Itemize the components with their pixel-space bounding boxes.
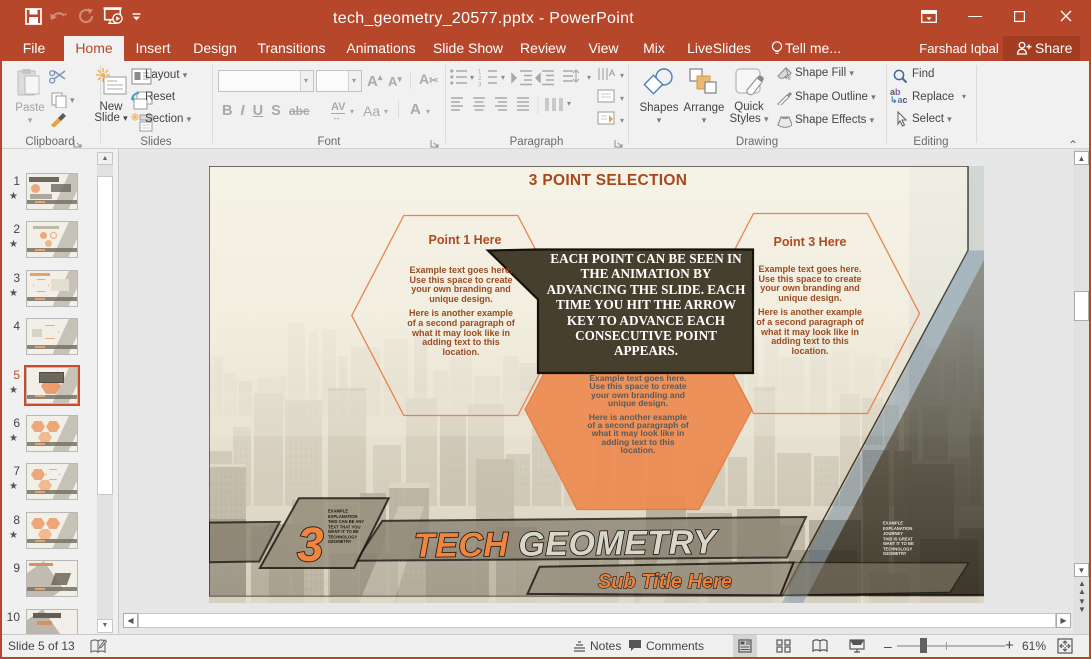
svg-text:3: 3	[478, 83, 482, 89]
svg-text:3: 3	[297, 519, 324, 572]
svg-text:A: A	[609, 68, 615, 78]
svg-text:2: 2	[478, 76, 482, 82]
svg-text:1: 1	[478, 70, 482, 76]
svg-text:TECH GEOMETRY: TECH GEOMETRY	[414, 523, 720, 565]
svg-text:Sub Title Here: Sub Title Here	[598, 571, 732, 593]
